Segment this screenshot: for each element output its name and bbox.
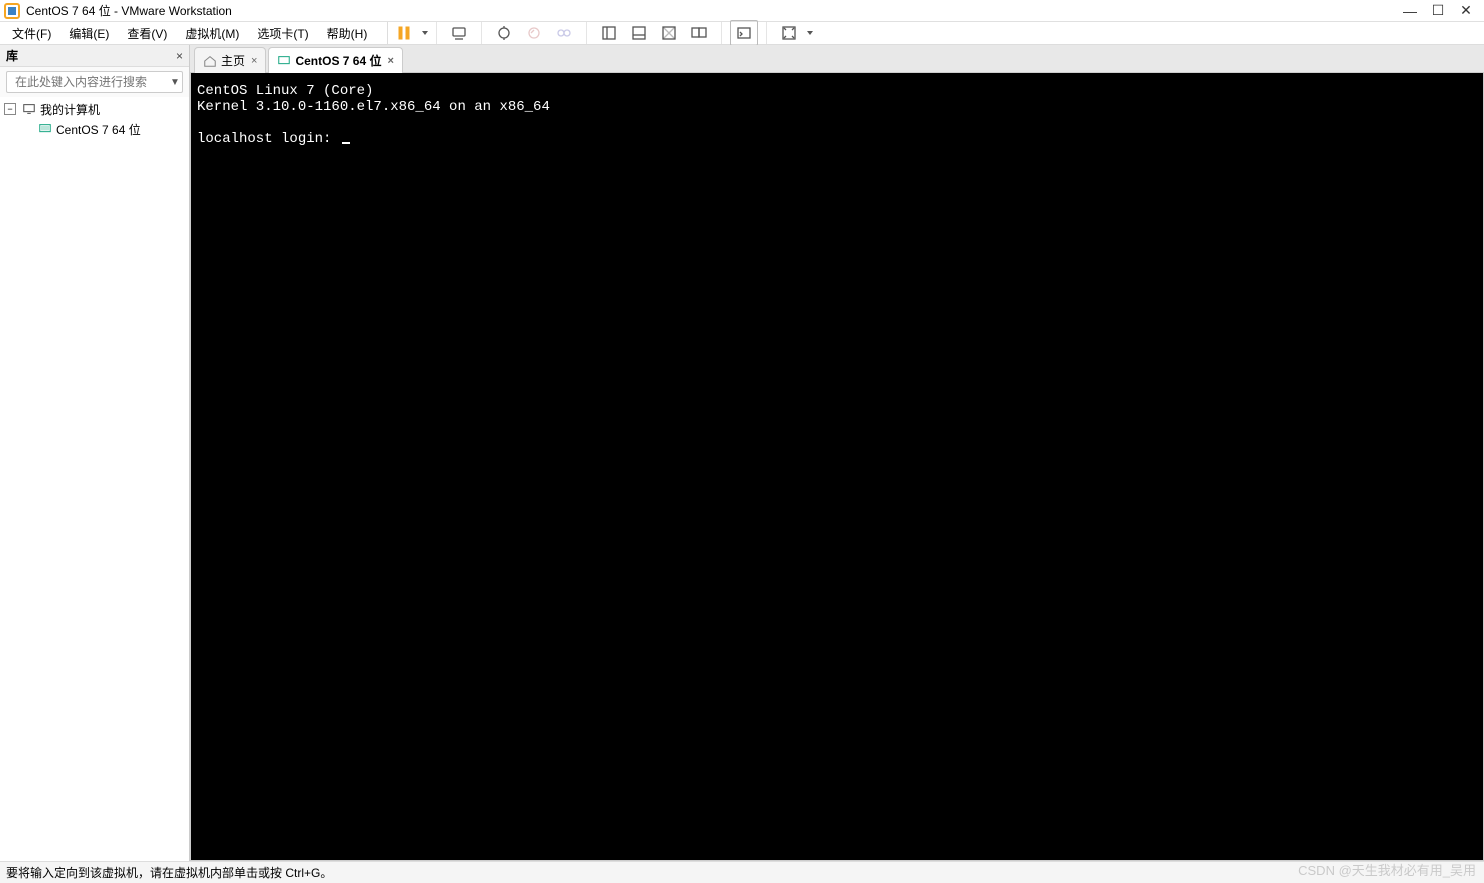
tree-root-my-computer[interactable]: − 我的计算机 (0, 99, 189, 119)
send-ctrl-alt-del-button[interactable] (445, 20, 473, 46)
view-multimon-button[interactable] (685, 20, 713, 46)
snapshot-revert-button[interactable] (520, 20, 548, 46)
fullscreen-button[interactable] (775, 20, 803, 46)
main-area: 库 × ▼ − 我的计算机 CentOS 7 64 位 (0, 45, 1484, 861)
console-line2: Kernel 3.10.0-1160.el7.x86_64 on an x86_… (197, 99, 550, 115)
search-dropdown-icon[interactable]: ▼ (170, 77, 180, 88)
app-icon (4, 3, 20, 19)
tree-root-label: 我的计算机 (40, 101, 100, 118)
pause-vm-button[interactable] (390, 20, 418, 46)
tabs-bar: 主页 × CentOS 7 64 位 × (190, 45, 1484, 73)
library-search[interactable]: ▼ (6, 71, 183, 93)
view-unity-button[interactable] (655, 20, 683, 46)
fullscreen-dropdown-icon[interactable] (807, 31, 813, 35)
status-text: 要将输入定向到该虚拟机，请在虚拟机内部单击或按 Ctrl+G。 (6, 864, 332, 881)
text-cursor-icon (342, 142, 350, 144)
power-dropdown-icon[interactable] (422, 31, 428, 35)
tree-item-label: CentOS 7 64 位 (56, 121, 141, 138)
status-bar: 要将输入定向到该虚拟机，请在虚拟机内部单击或按 Ctrl+G。 (0, 861, 1484, 883)
content-area: 主页 × CentOS 7 64 位 × CentOS Linux 7 (Cor… (190, 45, 1484, 861)
view-thumbnail-button[interactable] (625, 20, 653, 46)
menu-tabs[interactable]: 选项卡(T) (249, 23, 316, 44)
tab-vm-close[interactable]: × (387, 55, 393, 67)
vm-tab-icon (277, 54, 291, 68)
library-tree: − 我的计算机 CentOS 7 64 位 (0, 97, 189, 861)
menu-view[interactable]: 查看(V) (119, 23, 175, 44)
view-single-button[interactable] (595, 20, 623, 46)
home-icon (203, 54, 217, 68)
snapshot-take-button[interactable] (490, 20, 518, 46)
tab-home-label: 主页 (221, 52, 245, 69)
menubar: 文件(F) 编辑(E) 查看(V) 虚拟机(M) 选项卡(T) 帮助(H) (0, 22, 1484, 45)
tab-home-close[interactable]: × (251, 55, 257, 67)
tab-home[interactable]: 主页 × (194, 47, 266, 73)
library-sidebar: 库 × ▼ − 我的计算机 CentOS 7 64 位 (0, 45, 190, 861)
titlebar: CentOS 7 64 位 - VMware Workstation — ☐ ✕ (0, 0, 1484, 22)
menu-help[interactable]: 帮助(H) (319, 23, 376, 44)
window-title: CentOS 7 64 位 - VMware Workstation (26, 2, 232, 19)
monitor-icon (22, 102, 36, 116)
tab-vm[interactable]: CentOS 7 64 位 × (268, 47, 402, 73)
snapshot-manager-button[interactable] (550, 20, 578, 46)
console-login-prompt: localhost login: (197, 131, 340, 147)
vm-icon (38, 122, 52, 136)
menu-edit[interactable]: 编辑(E) (61, 23, 117, 44)
menu-vm[interactable]: 虚拟机(M) (177, 23, 247, 44)
tab-vm-label: CentOS 7 64 位 (295, 52, 381, 69)
console-view-button[interactable] (730, 20, 758, 46)
tree-item-vm[interactable]: CentOS 7 64 位 (0, 119, 189, 139)
search-input[interactable] (15, 75, 170, 89)
sidebar-header: 库 × (0, 45, 189, 67)
menu-file[interactable]: 文件(F) (4, 23, 59, 44)
sidebar-title: 库 (6, 47, 18, 64)
close-button[interactable]: ✕ (1452, 1, 1480, 21)
sidebar-close-button[interactable]: × (176, 49, 183, 63)
minimize-button[interactable]: — (1396, 1, 1424, 21)
maximize-button[interactable]: ☐ (1424, 1, 1452, 21)
console-line1: CentOS Linux 7 (Core) (197, 83, 373, 99)
vm-console[interactable]: CentOS Linux 7 (Core) Kernel 3.10.0-1160… (190, 73, 1484, 861)
collapse-icon[interactable]: − (4, 103, 16, 115)
